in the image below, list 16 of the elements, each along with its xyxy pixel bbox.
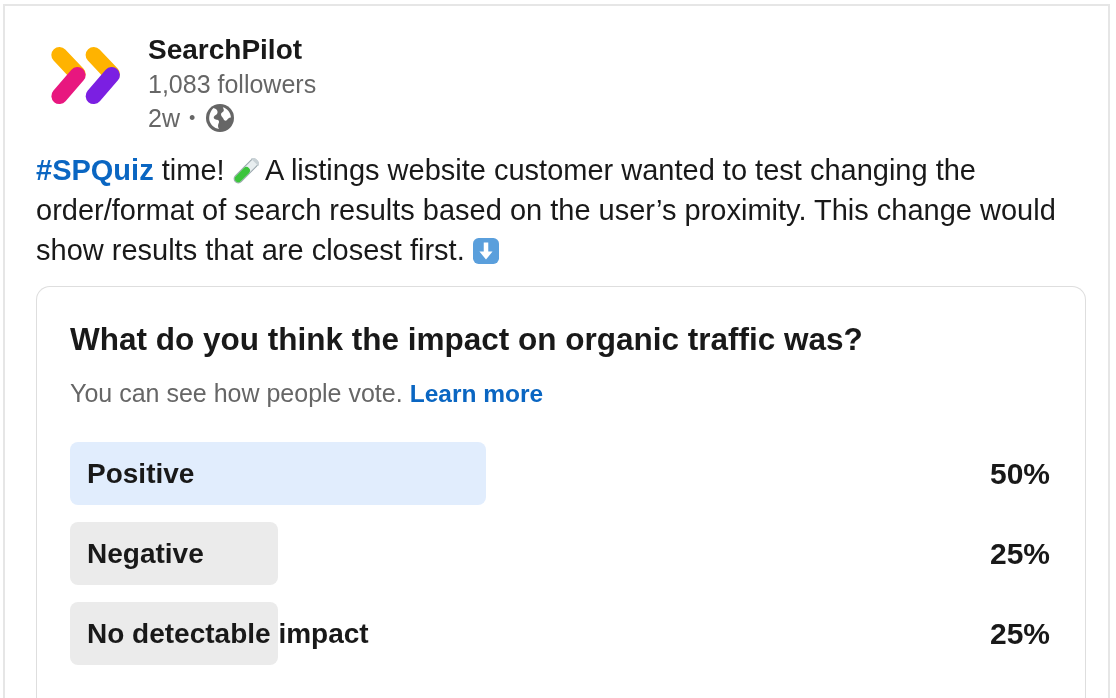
vote-percentage: 25% (988, 536, 1050, 571)
poll-option[interactable]: Positive (70, 442, 902, 505)
poll-question: What do you think the impact on organic traffic was? (70, 321, 864, 358)
post-age: 2w (148, 103, 180, 134)
hashtag-link[interactable]: #SPQuiz (36, 154, 154, 186)
globe-icon (206, 104, 235, 132)
vote-percentage: 25% (988, 616, 1050, 651)
poll-option[interactable]: No detectable impact (70, 602, 902, 665)
learn-more-link[interactable]: Learn more (409, 377, 544, 411)
follower-count: 1,083 followers (148, 69, 317, 100)
poll-visibility-note: You can see how people vote. (70, 378, 403, 409)
poll-option[interactable]: Negative (70, 522, 902, 585)
author-name[interactable]: SearchPilot (148, 33, 317, 67)
post-text: #SPQuiz time! A listings website customer wanted to test changing the order/format of search results based on the user’s proximity. This change would show results that are closest first. (36, 153, 1057, 268)
vote-percentage: 50% (988, 456, 1050, 491)
separator-dot: • (188, 107, 196, 130)
